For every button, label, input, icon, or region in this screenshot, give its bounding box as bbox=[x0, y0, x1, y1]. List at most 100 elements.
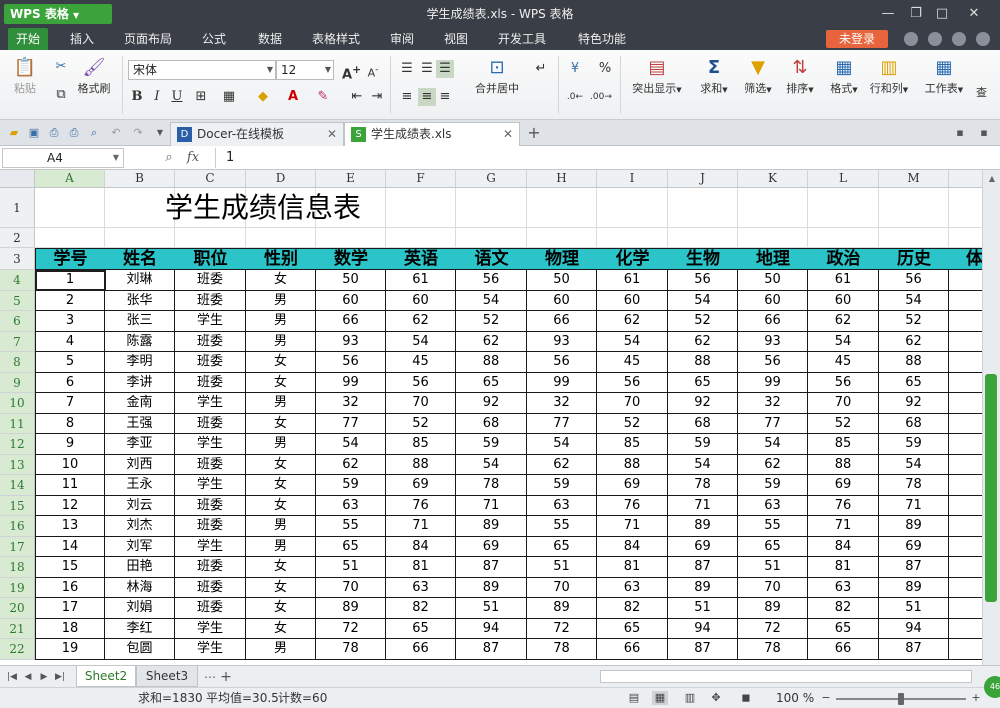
table-cell[interactable]: 89 bbox=[668, 516, 738, 537]
table-cell[interactable]: 65 bbox=[668, 373, 738, 393]
table-cell[interactable]: 94 bbox=[879, 619, 949, 639]
table-cell[interactable]: 85 bbox=[386, 434, 456, 455]
table-cell[interactable]: 女 bbox=[246, 352, 316, 373]
table-cell[interactable]: 82 bbox=[808, 598, 879, 619]
table-cell[interactable]: 89 bbox=[316, 598, 386, 619]
indent-decrease-icon[interactable]: ⇤ bbox=[348, 88, 366, 106]
copy-icon[interactable]: ⧉ bbox=[52, 86, 70, 104]
row-header[interactable]: 20 bbox=[0, 598, 35, 619]
table-cell[interactable]: 59 bbox=[668, 434, 738, 455]
table-cell[interactable]: 65 bbox=[456, 373, 527, 393]
column-header[interactable]: J bbox=[668, 170, 738, 188]
decimal-decrease-icon[interactable]: .00→ bbox=[590, 88, 612, 106]
table-cell[interactable]: 89 bbox=[879, 578, 949, 598]
table-cell[interactable]: 68 bbox=[879, 414, 949, 434]
table-cell[interactable]: 72 bbox=[316, 619, 386, 639]
row-header[interactable]: 7 bbox=[0, 332, 35, 352]
table-cell[interactable]: 56 bbox=[386, 373, 456, 393]
table-cell[interactable]: 87 bbox=[879, 639, 949, 660]
align-center-icon[interactable]: ≡ bbox=[418, 88, 436, 106]
table-cell[interactable]: 84 bbox=[808, 537, 879, 557]
sheet-tab-sheet2[interactable]: Sheet2 bbox=[76, 666, 136, 687]
row-header[interactable]: 11 bbox=[0, 414, 35, 434]
row-header[interactable]: 6 bbox=[0, 311, 35, 332]
table-cell[interactable]: 69 bbox=[668, 537, 738, 557]
menu-item[interactable]: 开发工具 bbox=[490, 28, 554, 50]
align-left-icon[interactable]: ≡ bbox=[398, 88, 416, 106]
table-cell[interactable]: 99 bbox=[738, 373, 808, 393]
table-cell[interactable]: 51 bbox=[316, 557, 386, 578]
table-cell[interactable]: 54 bbox=[456, 291, 527, 311]
table-cell[interactable]: 包圆 bbox=[105, 639, 175, 660]
table-cell[interactable]: 女 bbox=[246, 598, 316, 619]
table-cell[interactable]: 88 bbox=[879, 352, 949, 373]
table-cell[interactable]: 54 bbox=[597, 332, 668, 352]
table-cell[interactable]: 李明 bbox=[105, 352, 175, 373]
table-cell[interactable]: 85 bbox=[808, 434, 879, 455]
table-cell[interactable]: 66 bbox=[597, 639, 668, 660]
table-cell[interactable]: 刘娟 bbox=[105, 598, 175, 619]
table-cell[interactable]: 55 bbox=[316, 516, 386, 537]
table-cell[interactable]: 女 bbox=[246, 455, 316, 475]
table-cell[interactable]: 69 bbox=[808, 475, 879, 496]
table-cell[interactable]: 99 bbox=[316, 373, 386, 393]
table-cell[interactable]: 94 bbox=[456, 619, 527, 639]
table-cell[interactable]: 88 bbox=[456, 352, 527, 373]
row-header[interactable]: 18 bbox=[0, 557, 35, 578]
table-cell[interactable]: 2 bbox=[35, 291, 105, 311]
table-cell[interactable]: 66 bbox=[738, 311, 808, 332]
table-cell[interactable]: 70 bbox=[527, 578, 597, 598]
table-cell[interactable]: 78 bbox=[316, 639, 386, 660]
header-cell[interactable]: 地理 bbox=[738, 248, 809, 270]
undo-icon[interactable]: ↶ bbox=[108, 125, 124, 141]
row-header[interactable]: 3 bbox=[0, 248, 35, 270]
table-cell[interactable]: 84 bbox=[597, 537, 668, 557]
font-color-icon[interactable]: A bbox=[284, 88, 302, 106]
zoom-slider[interactable] bbox=[836, 693, 966, 705]
worksheet-button[interactable]: ▦ 工作表▼ bbox=[918, 56, 970, 96]
table-cell[interactable]: 54 bbox=[668, 291, 738, 311]
table-cell[interactable]: 52 bbox=[808, 414, 879, 434]
table-cell[interactable]: 男 bbox=[246, 332, 316, 352]
menu-item[interactable]: 审阅 bbox=[382, 28, 422, 50]
maximize-button[interactable]: □ bbox=[932, 4, 952, 24]
new-tab-button[interactable]: + bbox=[526, 125, 542, 141]
highlight-button[interactable]: ▤ 突出显示▼ bbox=[628, 56, 686, 96]
table-cell[interactable]: 85 bbox=[597, 434, 668, 455]
restore-button[interactable]: ❐ bbox=[906, 4, 926, 24]
table-cell[interactable]: 51 bbox=[738, 557, 808, 578]
table-cell[interactable]: 51 bbox=[527, 557, 597, 578]
table-cell[interactable]: 女 bbox=[246, 475, 316, 496]
table-cell[interactable]: 18 bbox=[35, 619, 105, 639]
table-cell[interactable]: 65 bbox=[316, 537, 386, 557]
table-cell[interactable]: 70 bbox=[738, 578, 808, 598]
header-cell[interactable]: 语文 bbox=[456, 248, 528, 270]
merge-center-button[interactable]: ⊡ 合并居中 bbox=[466, 56, 528, 96]
row-header[interactable]: 12 bbox=[0, 434, 35, 455]
table-cell[interactable]: 学生 bbox=[175, 639, 246, 660]
print-preview-icon[interactable]: ⌕ bbox=[86, 125, 102, 141]
table-cell[interactable]: 50 bbox=[316, 270, 386, 291]
normal-view-icon[interactable]: ▤ bbox=[626, 691, 642, 705]
table-cell[interactable]: 女 bbox=[246, 619, 316, 639]
table-cell[interactable]: 班委 bbox=[175, 496, 246, 516]
row-header[interactable]: 1 bbox=[0, 188, 35, 228]
table-cell[interactable]: 65 bbox=[738, 537, 808, 557]
table-cell[interactable]: 71 bbox=[597, 516, 668, 537]
decimal-increase-icon[interactable]: .0← bbox=[566, 88, 584, 106]
notification-badge-icon[interactable]: 46 bbox=[984, 676, 1000, 698]
header-cell[interactable]: 性别 bbox=[246, 248, 317, 270]
zoom-lookup-icon[interactable]: ⌕ bbox=[160, 149, 178, 167]
table-cell[interactable]: 66 bbox=[808, 639, 879, 660]
table-cell[interactable]: 陈露 bbox=[105, 332, 175, 352]
zoom-slider-thumb[interactable] bbox=[898, 693, 904, 705]
table-cell[interactable]: 68 bbox=[456, 414, 527, 434]
table-cell[interactable]: 张三 bbox=[105, 311, 175, 332]
menu-item[interactable]: 公式 bbox=[194, 28, 234, 50]
table-cell[interactable]: 60 bbox=[316, 291, 386, 311]
table-cell[interactable]: 15 bbox=[35, 557, 105, 578]
table-cell[interactable]: 7 bbox=[35, 393, 105, 414]
font-size-select[interactable]: 12 ▼ bbox=[276, 60, 334, 80]
header-cell[interactable]: 生物 bbox=[668, 248, 739, 270]
table-cell[interactable]: 87 bbox=[668, 557, 738, 578]
